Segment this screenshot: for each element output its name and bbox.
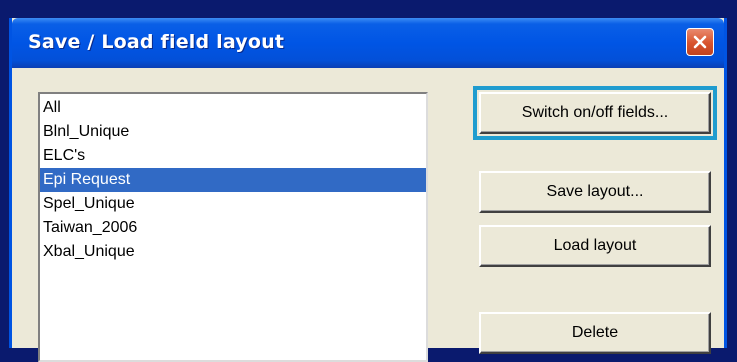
layout-listbox[interactable]: All Blnl_Unique ELC's Epi Request Spel_U… xyxy=(38,92,428,362)
list-item[interactable]: Taiwan_2006 xyxy=(40,216,426,240)
list-item-selected[interactable]: Epi Request xyxy=(40,168,426,192)
list-item[interactable]: Spel_Unique xyxy=(40,192,426,216)
close-icon xyxy=(693,35,707,49)
dialog-window: Save / Load field layout All Blnl_Unique… xyxy=(9,18,727,362)
window-title: Save / Load field layout xyxy=(28,31,285,53)
list-item[interactable]: All xyxy=(40,96,426,120)
load-layout-button[interactable]: Load layout xyxy=(479,225,711,267)
list-item[interactable]: ELC's xyxy=(40,144,426,168)
switch-fields-button[interactable]: Switch on/off fields... xyxy=(473,86,717,140)
save-layout-button[interactable]: Save layout... xyxy=(479,171,711,213)
list-item[interactable]: Xbal_Unique xyxy=(40,240,426,264)
delete-button[interactable]: Delete xyxy=(479,312,711,354)
close-button[interactable] xyxy=(686,28,714,56)
list-item[interactable]: Blnl_Unique xyxy=(40,120,426,144)
title-bar[interactable]: Save / Load field layout xyxy=(12,18,724,68)
